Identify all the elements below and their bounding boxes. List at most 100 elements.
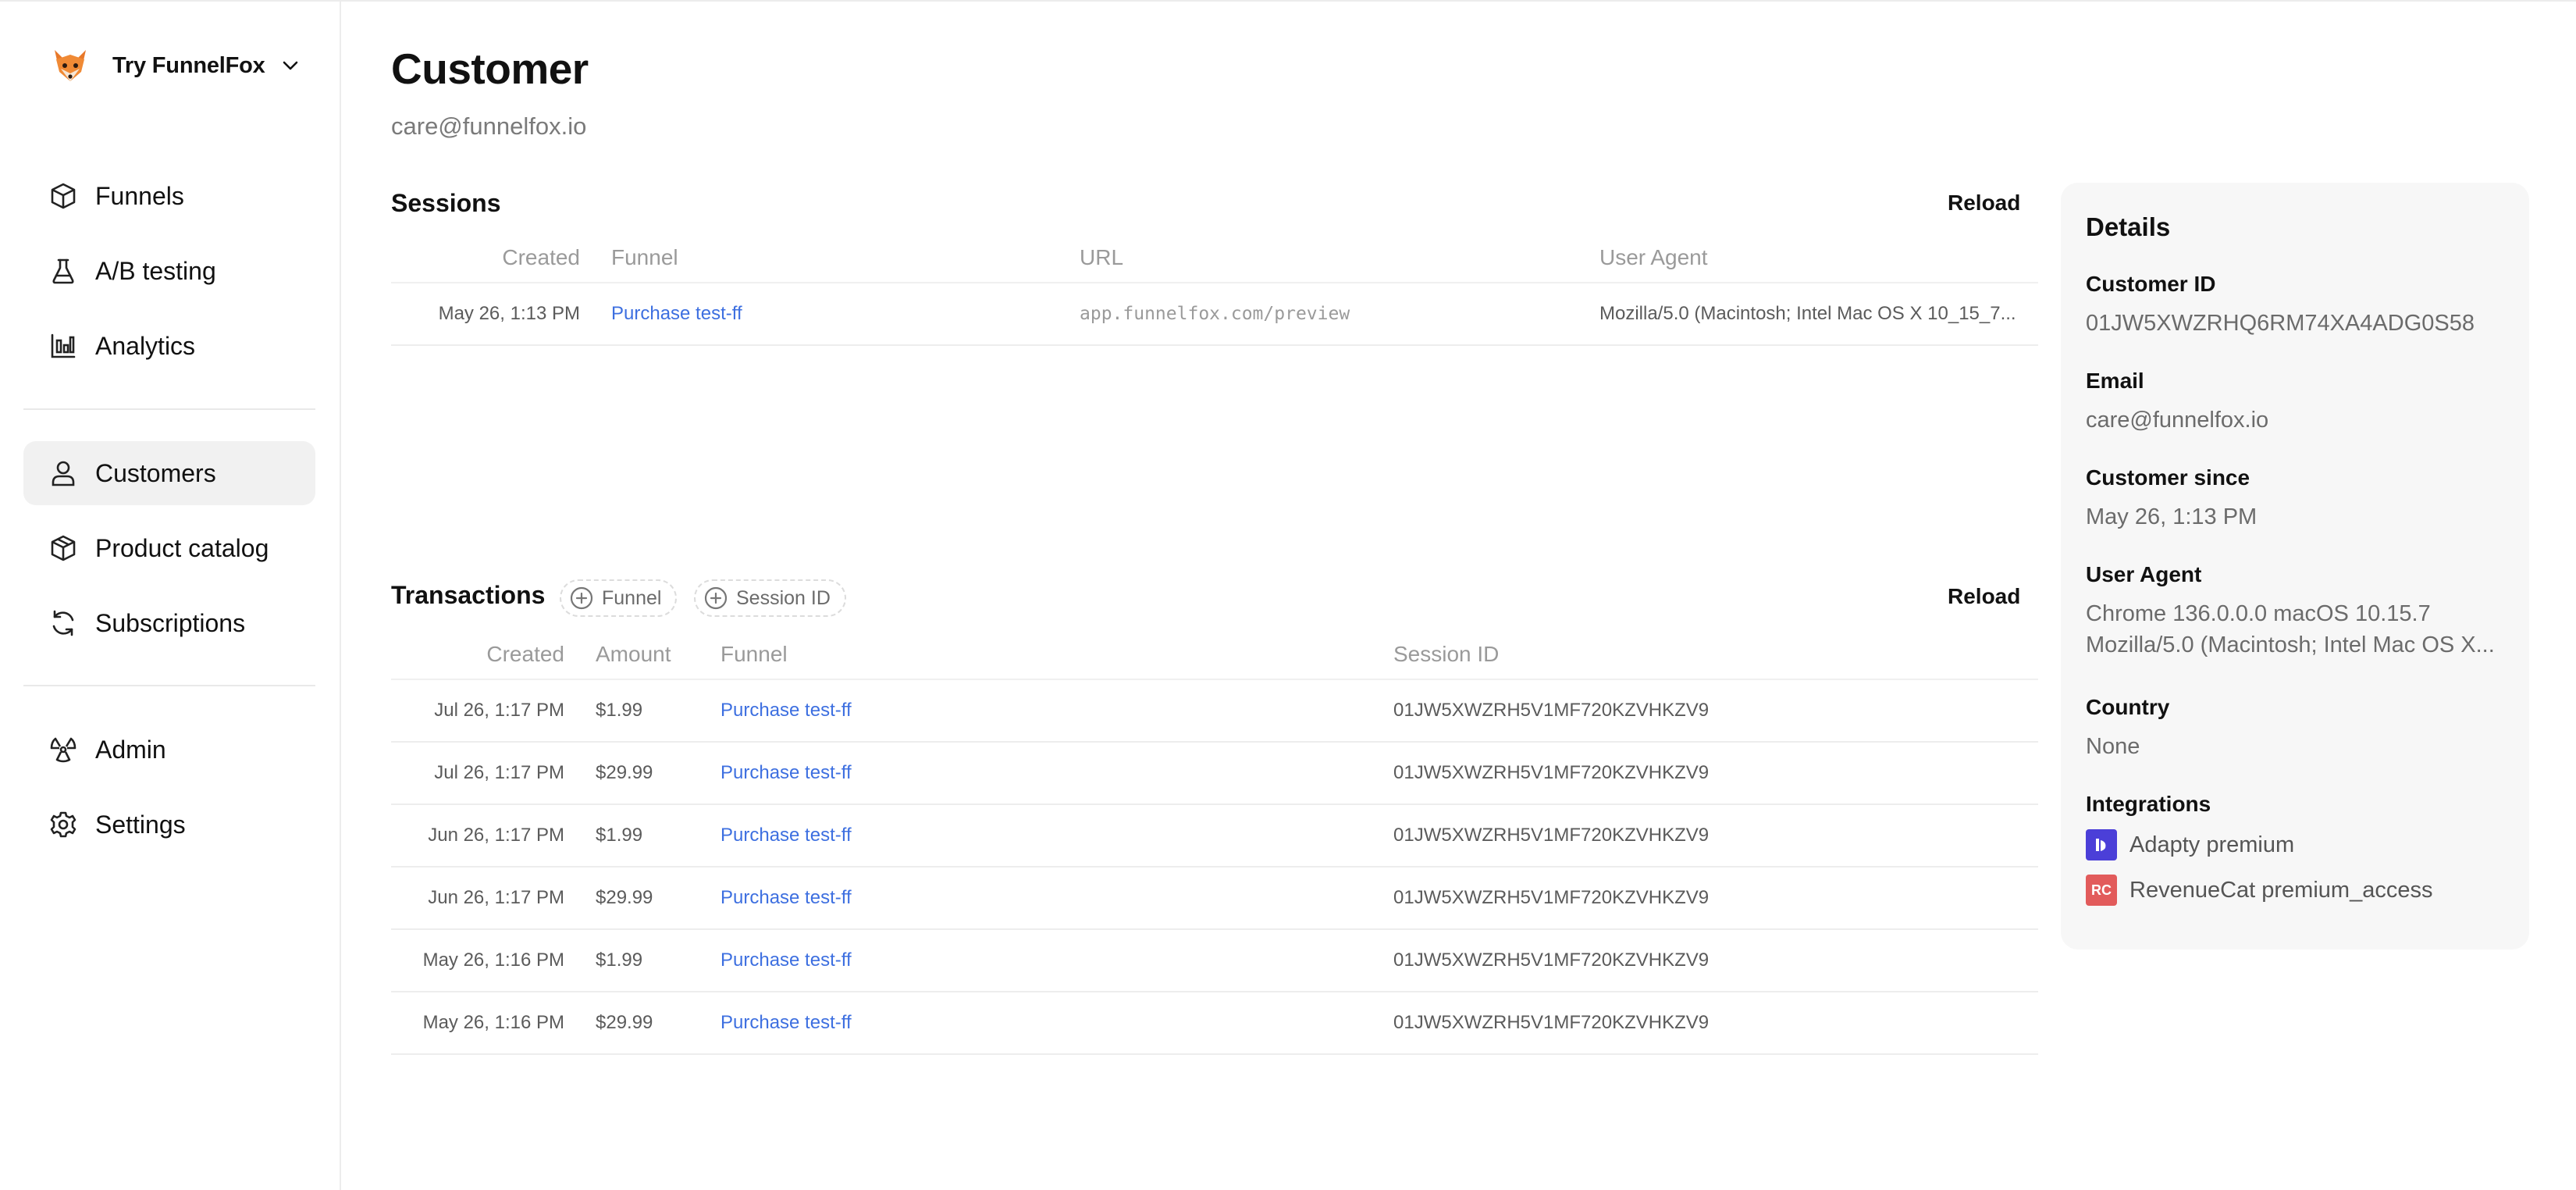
package-icon xyxy=(51,535,76,561)
cell-session-id: 01JW5XWZRH5V1MF720KZVHKZV9 xyxy=(1393,679,2038,743)
detail-label: Integrations xyxy=(2086,792,2211,816)
table-header-row: Created Funnel URL User Agent xyxy=(391,233,2038,283)
cell-created: Jun 26, 1:17 PM xyxy=(391,804,596,868)
column-header-funnel[interactable]: Funnel xyxy=(611,233,1080,283)
cell-amount: $29.99 xyxy=(596,742,720,805)
gear-icon xyxy=(50,811,76,838)
details-panel: Details Customer ID 01JW5XWZRHQ6RM74XA4A… xyxy=(2061,183,2529,950)
plus-circle-icon xyxy=(704,586,728,610)
detail-value: care@funnelfox.io xyxy=(2086,408,2269,433)
fox-logo-icon xyxy=(55,50,86,81)
sidebar-item-funnels[interactable]: Funnels xyxy=(23,164,315,228)
cell-created: May 26, 1:16 PM xyxy=(391,929,596,992)
funnel-link[interactable]: Purchase test-ff xyxy=(720,762,852,783)
cell-amount: $1.99 xyxy=(596,804,720,868)
sidebar-item-analytics[interactable]: Analytics xyxy=(23,314,315,378)
funnel-link[interactable]: Purchase test-ff xyxy=(720,950,852,971)
workspace-name: Try FunnelFox xyxy=(112,52,265,78)
column-header-session-id[interactable]: Session ID xyxy=(1393,629,2038,680)
filter-chip-funnel[interactable]: Funnel xyxy=(560,579,678,617)
detail-value: None xyxy=(2086,734,2140,759)
detail-label: Customer ID xyxy=(2086,272,2216,296)
adapty-icon xyxy=(2086,829,2117,860)
integration-item: Adapty premium xyxy=(2086,828,2507,862)
cell-amount: $1.99 xyxy=(596,929,720,992)
table-row[interactable]: Jul 26, 1:17 PM $29.99 Purchase test-ff … xyxy=(391,742,2038,805)
funnel-link[interactable]: Purchase test-ff xyxy=(720,1012,852,1033)
sidebar-item-subscriptions[interactable]: Subscriptions xyxy=(23,591,315,655)
column-header-funnel[interactable]: Funnel xyxy=(720,629,1393,680)
filter-chip-label: Funnel xyxy=(602,586,662,609)
sidebar-item-admin[interactable]: Admin xyxy=(23,718,315,782)
table-row[interactable]: May 26, 1:16 PM $29.99 Purchase test-ff … xyxy=(391,992,2038,1055)
detail-integrations: Integrations Adapty premium RC RevenueCa… xyxy=(2086,792,2507,907)
cell-amount: $29.99 xyxy=(596,992,720,1055)
cell-user-agent: Mozilla/5.0 (Macintosh; Intel Mac OS X 1… xyxy=(1599,283,2038,346)
detail-customer-id: Customer ID 01JW5XWZRHQ6RM74XA4ADG0S58 xyxy=(2086,272,2507,339)
detail-email: Email care@funnelfox.io xyxy=(2086,369,2507,436)
cell-created: May 26, 1:16 PM xyxy=(391,992,596,1055)
detail-customer-since: Customer since May 26, 1:13 PM xyxy=(2086,465,2507,533)
cell-created: Jul 26, 1:17 PM xyxy=(391,742,596,805)
detail-label: Customer since xyxy=(2086,465,2250,490)
revenuecat-icon: RC xyxy=(2086,875,2117,906)
detail-user-agent: User Agent Chrome 136.0.0.0 macOS 10.15.… xyxy=(2086,562,2507,661)
table-row[interactable]: May 26, 1:16 PM $1.99 Purchase test-ff 0… xyxy=(391,929,2038,992)
sidebar-item-ab-testing[interactable]: A/B testing xyxy=(23,239,315,303)
revenuecat-badge: RC xyxy=(2091,882,2112,898)
sessions-reload-button[interactable]: Reload xyxy=(1948,191,2020,216)
table-row[interactable]: Jun 26, 1:17 PM $1.99 Purchase test-ff 0… xyxy=(391,804,2038,868)
flask-icon xyxy=(52,258,74,284)
cell-funnel: Purchase test-ff xyxy=(720,804,1393,868)
cell-created: May 26, 1:13 PM xyxy=(391,283,611,346)
workspace-switcher[interactable]: Try FunnelFox xyxy=(50,45,301,86)
table-row[interactable]: Jul 26, 1:17 PM $1.99 Purchase test-ff 0… xyxy=(391,679,2038,743)
cell-funnel: Purchase test-ff xyxy=(720,992,1393,1055)
sessions-table: Created Funnel URL User Agent May 26, 1:… xyxy=(391,233,2038,346)
cube-icon xyxy=(51,183,76,209)
cell-session-id: 01JW5XWZRH5V1MF720KZVHKZV9 xyxy=(1393,929,2038,992)
cell-funnel: Purchase test-ff xyxy=(720,679,1393,743)
column-header-amount[interactable]: Amount xyxy=(596,629,720,680)
transactions-title: Transactions xyxy=(391,581,546,609)
integration-name: Adapty premium xyxy=(2129,832,2295,857)
cell-url: app.funnelfox.com/preview xyxy=(1080,283,1599,346)
detail-value: Chrome 136.0.0.0 macOS 10.15.7 xyxy=(2086,601,2431,626)
nav-group-admin: Admin Settings xyxy=(23,718,315,868)
filter-chip-session-id[interactable]: Session ID xyxy=(694,579,846,617)
nav-group-main: Funnels A/B testing Analytics xyxy=(23,164,315,389)
cell-created: Jun 26, 1:17 PM xyxy=(391,867,596,930)
transactions-reload-button[interactable]: Reload xyxy=(1948,584,2020,609)
column-header-user-agent[interactable]: User Agent xyxy=(1599,233,2038,283)
cell-funnel: Purchase test-ff xyxy=(611,283,1080,346)
funnel-link[interactable]: Purchase test-ff xyxy=(720,700,852,721)
refresh-icon xyxy=(52,610,74,636)
chevron-down-icon xyxy=(283,61,297,70)
cell-amount: $29.99 xyxy=(596,867,720,930)
radiation-icon xyxy=(50,737,76,763)
sidebar-divider xyxy=(23,685,315,686)
table-row[interactable]: Jun 26, 1:17 PM $29.99 Purchase test-ff … xyxy=(391,867,2038,930)
funnel-link[interactable]: Purchase test-ff xyxy=(611,303,742,324)
sidebar-item-customers[interactable]: Customers xyxy=(23,441,315,505)
column-header-url[interactable]: URL xyxy=(1080,233,1599,283)
cell-session-id: 01JW5XWZRH5V1MF720KZVHKZV9 xyxy=(1393,992,2038,1055)
cell-amount: $1.99 xyxy=(596,679,720,743)
detail-country: Country None xyxy=(2086,695,2507,762)
table-header-row: Created Amount Funnel Session ID xyxy=(391,629,2038,680)
column-header-created[interactable]: Created xyxy=(391,629,596,680)
cell-session-id: 01JW5XWZRH5V1MF720KZVHKZV9 xyxy=(1393,804,2038,868)
cell-funnel: Purchase test-ff xyxy=(720,867,1393,930)
transactions-table: Created Amount Funnel Session ID Jul 26,… xyxy=(391,629,2038,1055)
table-row[interactable]: May 26, 1:13 PM Purchase test-ff app.fun… xyxy=(391,283,2038,346)
funnel-link[interactable]: Purchase test-ff xyxy=(720,825,852,846)
column-header-created[interactable]: Created xyxy=(391,233,611,283)
detail-label: Email xyxy=(2086,369,2144,393)
sidebar-divider xyxy=(23,408,315,410)
sidebar-item-product-catalog[interactable]: Product catalog xyxy=(23,516,315,580)
detail-label: Country xyxy=(2086,695,2170,719)
cell-created: Jul 26, 1:17 PM xyxy=(391,679,596,743)
cell-funnel: Purchase test-ff xyxy=(720,742,1393,805)
sidebar-item-settings[interactable]: Settings xyxy=(23,793,315,857)
funnel-link[interactable]: Purchase test-ff xyxy=(720,887,852,908)
